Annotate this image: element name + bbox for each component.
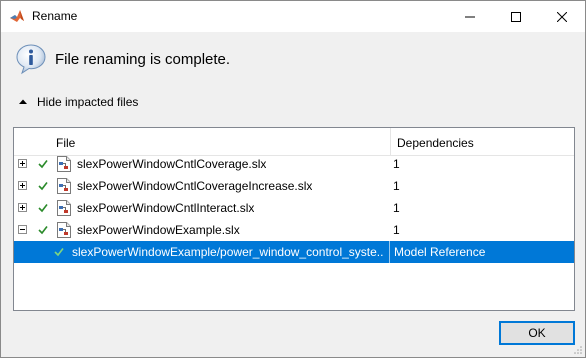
checkmark-icon	[38, 204, 48, 213]
info-icon	[16, 44, 46, 75]
simulink-file-icon	[57, 178, 71, 194]
minimize-icon	[465, 16, 475, 17]
dependencies-cell: Model Reference	[394, 245, 486, 259]
toggle-label: Hide impacted files	[37, 95, 139, 109]
collapse-icon[interactable]	[18, 225, 27, 234]
table-row-selected[interactable]: slexPowerWindowExample/power_window_cont…	[14, 241, 574, 263]
hide-impacted-files-toggle[interactable]: Hide impacted files	[18, 94, 138, 110]
impacted-files-table[interactable]: File Dependencies slexPowerWindowCntlCov…	[13, 127, 575, 311]
resize-grip-icon[interactable]	[573, 345, 583, 355]
file-name-cell: slexPowerWindowExample.slx	[77, 223, 240, 237]
table-header: File Dependencies	[14, 128, 574, 156]
expand-icon[interactable]	[18, 181, 27, 190]
close-button[interactable]	[539, 1, 585, 32]
column-divider	[389, 241, 390, 263]
window-title: Rename	[32, 9, 78, 23]
file-name-cell: slexPowerWindowCntlCoverage.slx	[77, 157, 267, 171]
status-message: File renaming is complete.	[55, 51, 231, 68]
table-row[interactable]: slexPowerWindowCntlInteract.slx 1	[14, 197, 574, 219]
collapse-triangle-icon	[19, 99, 27, 104]
maximize-button[interactable]	[493, 1, 539, 32]
expand-icon[interactable]	[18, 159, 27, 168]
dependencies-cell: 1	[393, 157, 400, 171]
ok-button[interactable]: OK	[499, 321, 575, 345]
column-header-dependencies[interactable]: Dependencies	[397, 136, 474, 150]
table-row[interactable]: slexPowerWindowCntlCoverageIncrease.slx …	[14, 175, 574, 197]
column-divider[interactable]	[390, 128, 391, 156]
dependencies-cell: 1	[393, 201, 400, 215]
simulink-file-icon	[57, 200, 71, 216]
checkmark-icon	[38, 182, 48, 191]
table-row[interactable]: slexPowerWindowExample.slx 1	[14, 219, 574, 241]
simulink-file-icon	[57, 156, 71, 172]
column-header-file[interactable]: File	[56, 136, 75, 150]
maximize-icon	[511, 11, 521, 22]
file-name-cell: slexPowerWindowCntlInteract.slx	[77, 201, 255, 215]
file-name-cell: slexPowerWindowExample/power_window_cont…	[72, 245, 384, 259]
matlab-logo-icon	[10, 10, 24, 22]
rename-dialog: Rename File renaming is complete. Hide i…	[0, 0, 586, 358]
checkmark-icon	[38, 160, 48, 169]
dependencies-cell: 1	[393, 179, 400, 193]
file-name-cell: slexPowerWindowCntlCoverageIncrease.slx	[77, 179, 313, 193]
expand-icon[interactable]	[18, 203, 27, 212]
close-icon	[557, 11, 567, 22]
minimize-button[interactable]	[447, 1, 493, 32]
dependencies-cell: 1	[393, 223, 400, 237]
checkmark-icon	[38, 226, 48, 235]
title-bar[interactable]: Rename	[1, 1, 585, 32]
checkmark-icon	[54, 248, 64, 257]
table-row[interactable]: slexPowerWindowCntlCoverage.slx 1	[14, 153, 574, 175]
simulink-file-icon	[57, 222, 71, 238]
